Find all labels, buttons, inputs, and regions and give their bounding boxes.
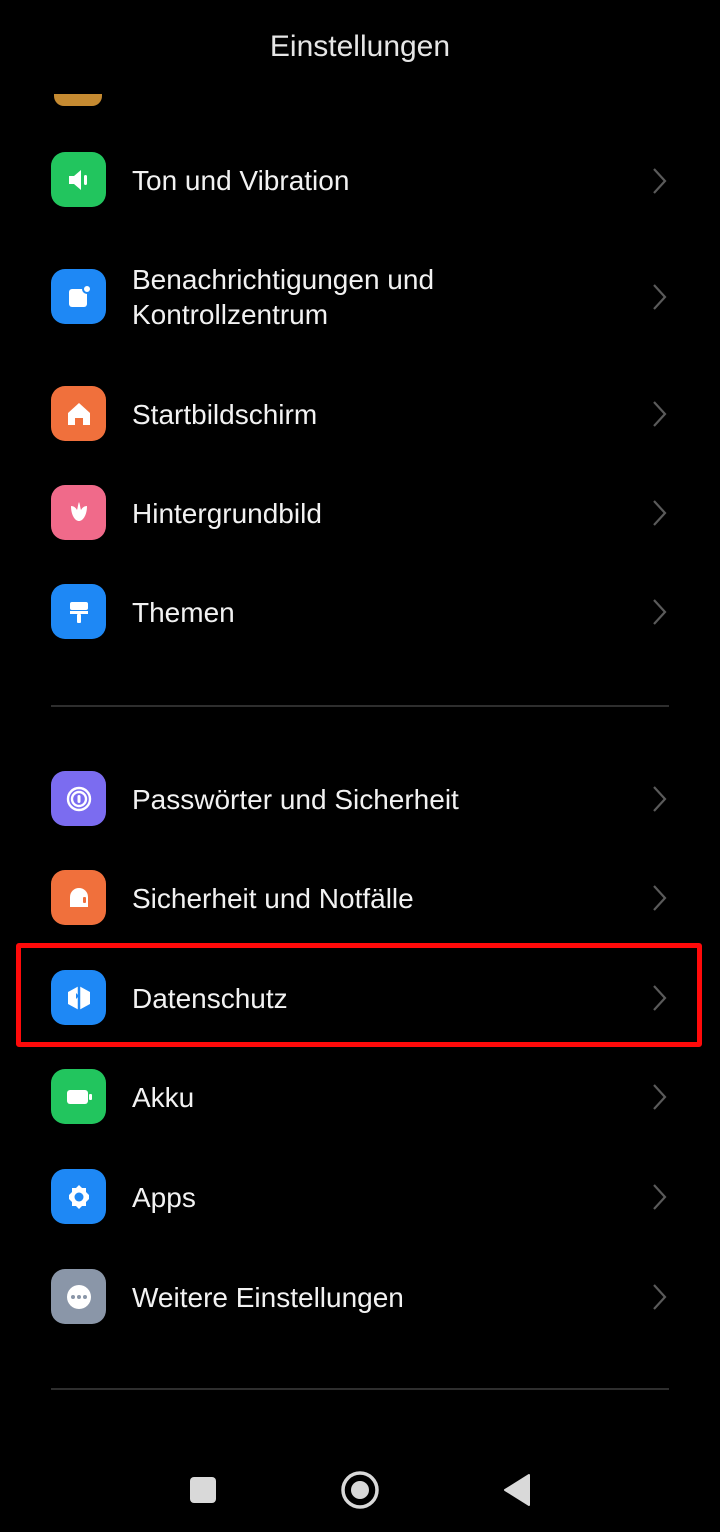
back-button[interactable] [492,1468,542,1512]
chevron-right-icon [648,399,670,429]
settings-item-label: Hintergrundbild [132,498,322,529]
navigation-bar [0,1448,720,1532]
home-circle-icon [341,1471,379,1509]
speaker-icon [51,152,106,207]
fingerprint-icon [51,771,106,826]
chevron-right-icon [648,1182,670,1212]
chevron-right-icon [648,166,670,196]
settings-item-label: Ton und Vibration [132,165,350,196]
settings-item-more-settings[interactable]: Weitere Einstellungen [0,1248,720,1344]
chevron-right-icon [648,498,670,528]
settings-item-label: Themen [132,597,235,628]
settings-item-label: Apps [132,1182,196,1213]
recents-icon [190,1477,216,1503]
back-arrow-icon [504,1474,530,1506]
chevron-right-icon [648,1082,670,1112]
settings-item-home-screen[interactable]: Startbildschirm [0,366,720,462]
chevron-right-icon [648,784,670,814]
section-divider [51,1388,669,1390]
chevron-right-icon [648,1282,670,1312]
section-divider [51,705,669,707]
emergency-light-icon [51,870,106,925]
battery-icon [51,1069,106,1124]
settings-item-label: Sicherheit und Notfälle [132,883,414,914]
highlight-box [16,943,702,1047]
chevron-right-icon [648,597,670,627]
gear-icon [51,1169,106,1224]
settings-item-label: Weitere Einstellungen [132,1282,404,1313]
more-dots-icon [51,1269,106,1324]
settings-item-battery[interactable]: Akku [0,1049,720,1145]
title-bar: Einstellungen [0,0,720,106]
recents-button[interactable] [178,1468,228,1512]
settings-item-passwords-security[interactable]: Passwörter und Sicherheit [0,751,720,847]
partially-visible-icon [54,94,102,106]
page-title: Einstellungen [269,30,451,63]
settings-item-label: Passwörter und Sicherheit [132,784,459,815]
home-icon [51,386,106,441]
chevron-right-icon [648,883,670,913]
settings-item-label: Startbildschirm [132,399,318,430]
settings-item-apps[interactable]: Apps [0,1148,720,1244]
settings-item-sound[interactable]: Ton und Vibration [0,133,720,229]
tulip-icon [51,485,106,540]
paint-brush-icon [51,584,106,639]
settings-item-themes[interactable]: Themen [0,564,720,660]
notification-icon [51,269,106,324]
settings-item-wallpaper[interactable]: Hintergrundbild [0,465,720,561]
label-line-2: Kontrollzentrum [132,299,329,330]
settings-item-safety-emergency[interactable]: Sicherheit und Notfälle [0,850,720,946]
chevron-right-icon [648,282,670,312]
settings-item-label: Benachrichtigungen und Kontrollzentrum [132,262,434,332]
label-line-1: Benachrichtigungen und [132,264,435,295]
settings-item-notifications[interactable]: Benachrichtigungen und Kontrollzentrum [0,249,720,345]
settings-item-label: Akku [132,1082,195,1113]
home-button[interactable] [335,1468,385,1512]
